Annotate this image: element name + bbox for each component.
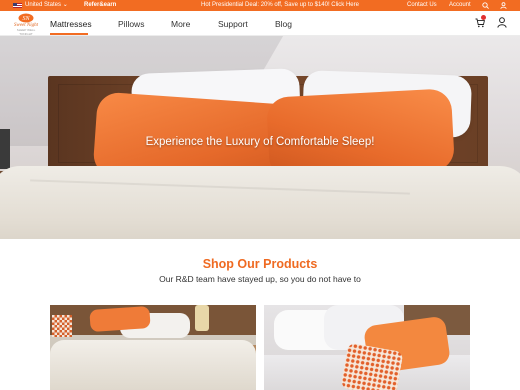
cart-icon[interactable]: [475, 15, 486, 28]
nav-item-blog[interactable]: Blog: [275, 19, 292, 29]
product-image-lamp: [195, 305, 209, 331]
refer-earn-link[interactable]: Refer&earn: [84, 0, 116, 11]
product-image-pillow-orange: [89, 305, 151, 333]
hero-lamp: [0, 129, 10, 169]
product-image-checkered-pillow: [52, 315, 72, 337]
region-selector[interactable]: United States ⌄: [25, 0, 68, 11]
product-image-dotted-pillow: [340, 342, 404, 390]
logo-mark-icon: SN: [18, 13, 34, 23]
section-title: Shop Our Products: [202, 257, 318, 271]
search-icon[interactable]: [482, 2, 489, 9]
section-subtitle: Our R&D team have stayed up, so you do n…: [159, 274, 361, 284]
active-nav-indicator: [50, 33, 88, 35]
nav-item-more[interactable]: More: [171, 19, 190, 29]
account-link[interactable]: Account: [449, 0, 471, 11]
svg-text:SN: SN: [22, 16, 30, 22]
product-image-bed: [50, 340, 256, 390]
promo-bar: United States ⌄ Refer&earn Hot President…: [0, 0, 520, 11]
nav-item-pillows[interactable]: Pillows: [118, 19, 144, 29]
main-nav: SN Sweet Night SLEEP WELL TONIGHT Mattre…: [0, 11, 520, 36]
account-icon[interactable]: [497, 17, 507, 28]
logo[interactable]: SN Sweet Night SLEEP WELL TONIGHT: [11, 13, 41, 36]
hero-headline: Experience the Luxury of Comfortable Sle…: [145, 136, 375, 148]
nav-item-mattresses[interactable]: Mattresses: [50, 19, 92, 29]
hero-duvet: [0, 166, 520, 239]
product-card[interactable]: [264, 305, 470, 390]
contact-us-link[interactable]: Contact Us: [407, 0, 437, 11]
nav-item-support[interactable]: Support: [218, 19, 248, 29]
product-card[interactable]: [50, 305, 256, 390]
promo-link[interactable]: Hot Presidential Deal: 20% off, Save up …: [201, 0, 359, 11]
cart-badge: [481, 15, 486, 20]
hero-banner[interactable]: Experience the Luxury of Comfortable Sle…: [0, 36, 520, 239]
logo-tagline: SLEEP WELL TONIGHT: [16, 28, 36, 36]
us-flag-icon[interactable]: [13, 3, 22, 8]
user-icon[interactable]: [500, 2, 507, 9]
